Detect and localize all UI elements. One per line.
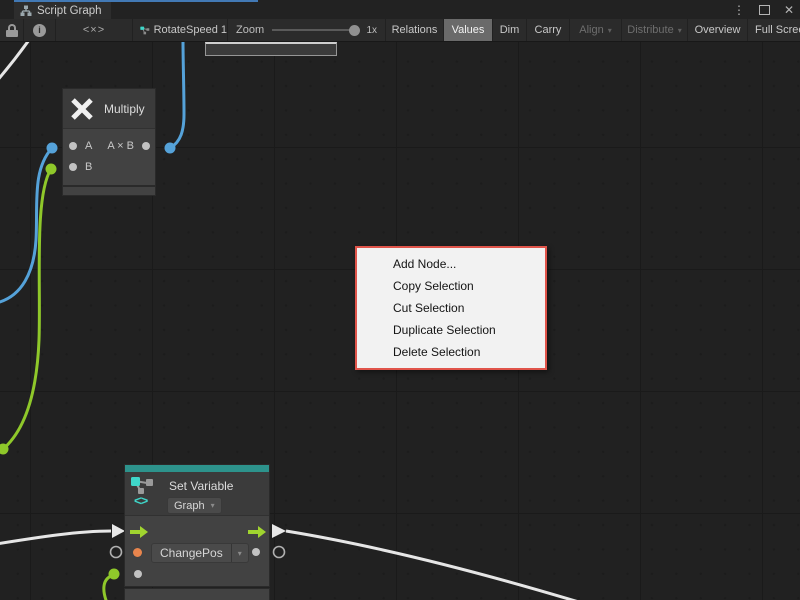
zoom-label: Zoom bbox=[236, 24, 264, 36]
align-label: Align bbox=[579, 24, 603, 36]
window-menu-icon[interactable]: ⋮ bbox=[733, 4, 745, 16]
chevron-down-icon: ▾ bbox=[211, 501, 215, 510]
port-b-label: B bbox=[85, 161, 92, 173]
wire-white-flow-out[interactable] bbox=[286, 531, 592, 600]
graph-reference-label: RotateSpeed 1 bbox=[154, 24, 227, 36]
variable-value-port-icon[interactable] bbox=[133, 548, 142, 557]
wire-green-input[interactable] bbox=[2, 169, 51, 450]
chevron-down-icon: ▾ bbox=[678, 26, 682, 35]
zoom-slider[interactable] bbox=[272, 29, 358, 31]
edit-code-button[interactable]: <×> bbox=[56, 19, 133, 41]
window-controls: ⋮ ✕ bbox=[733, 0, 794, 19]
port-result-icon[interactable] bbox=[142, 142, 150, 150]
multiply-row-b: B bbox=[63, 156, 155, 177]
menu-item-delete-selection[interactable]: Delete Selection bbox=[357, 341, 545, 363]
wire-white-flow-in[interactable] bbox=[0, 531, 111, 544]
distribute-button[interactable]: Distribute ▾ bbox=[622, 19, 688, 41]
variable-name-dropdown[interactable]: ChangePos ▾ bbox=[151, 543, 249, 563]
variable-name-value: ChangePos bbox=[152, 544, 231, 562]
wire-endpoint-blue-a[interactable] bbox=[47, 143, 58, 154]
unity-script-graph-window: Multiply A A × B B bbox=[0, 0, 800, 600]
info-button[interactable]: i bbox=[24, 19, 56, 41]
flow-out-arrowhead bbox=[272, 524, 286, 538]
set-variable-title: Set Variable bbox=[169, 479, 233, 493]
port-result-label: A × B bbox=[107, 140, 134, 152]
menu-item-cut-selection[interactable]: Cut Selection bbox=[357, 297, 545, 319]
graph-canvas[interactable]: Multiply A A × B B bbox=[0, 42, 800, 600]
output-value-port-icon[interactable] bbox=[252, 548, 260, 556]
lock-icon bbox=[6, 24, 18, 37]
wire-white-top-left[interactable] bbox=[0, 42, 29, 82]
fallback-port-icon[interactable] bbox=[134, 570, 142, 578]
zoom-slider-knob[interactable] bbox=[349, 25, 360, 36]
multiply-header[interactable]: Multiply bbox=[63, 89, 155, 129]
variable-graph-icon bbox=[130, 476, 158, 494]
port-a-label: A bbox=[85, 140, 92, 152]
dim-button[interactable]: Dim bbox=[493, 19, 527, 41]
values-button[interactable]: Values bbox=[444, 19, 493, 41]
set-variable-ports: ChangePos ▾ bbox=[125, 516, 269, 586]
node-multiply[interactable]: Multiply A A × B B bbox=[62, 88, 156, 186]
flow-output-icon[interactable] bbox=[248, 525, 267, 539]
chevron-down-icon: ▾ bbox=[608, 26, 612, 35]
script-graph-icon bbox=[20, 5, 32, 16]
wire-blue-input[interactable] bbox=[0, 148, 52, 303]
wire-endpoint-green-bottom[interactable] bbox=[109, 569, 120, 580]
relations-button[interactable]: Relations bbox=[386, 19, 444, 41]
variable-scope-dropdown[interactable]: Graph ▾ bbox=[167, 497, 222, 514]
align-button[interactable]: Align ▾ bbox=[570, 19, 622, 41]
chevron-down-icon[interactable]: ▾ bbox=[231, 544, 248, 562]
graph-reference-button[interactable]: RotateSpeed 1 bbox=[133, 19, 228, 41]
zoom-control: Zoom 1x bbox=[228, 19, 386, 41]
tab-title: Script Graph bbox=[37, 5, 102, 17]
menu-item-duplicate-selection[interactable]: Duplicate Selection bbox=[357, 319, 545, 341]
partial-panel bbox=[205, 42, 337, 56]
proxy-port-left-icon[interactable] bbox=[111, 547, 122, 558]
multiply-icon bbox=[69, 96, 95, 122]
overview-button[interactable]: Overview bbox=[688, 19, 748, 41]
multiply-title: Multiply bbox=[104, 102, 145, 116]
graph-reference-icon bbox=[140, 24, 150, 37]
flow-input-icon[interactable] bbox=[130, 525, 149, 539]
port-b-icon[interactable] bbox=[69, 163, 77, 171]
wire-endpoint-blue-result[interactable] bbox=[165, 143, 176, 154]
menu-item-add-node[interactable]: Add Node... bbox=[357, 253, 545, 275]
carry-button[interactable]: Carry bbox=[527, 19, 570, 41]
wire-endpoint-green-b[interactable] bbox=[46, 164, 57, 175]
multiply-row-a: A A × B bbox=[63, 135, 155, 156]
lock-button[interactable] bbox=[0, 19, 24, 41]
window-titlebar: Script Graph ⋮ ✕ bbox=[0, 0, 800, 19]
proxy-port-right-icon[interactable] bbox=[274, 547, 285, 558]
set-variable-accent-bar bbox=[125, 465, 269, 472]
menu-item-copy-selection[interactable]: Copy Selection bbox=[357, 275, 545, 297]
info-icon: i bbox=[33, 24, 46, 37]
distribute-label: Distribute bbox=[627, 24, 673, 36]
window-close-icon[interactable]: ✕ bbox=[784, 4, 794, 16]
tab-script-graph[interactable]: Script Graph bbox=[14, 2, 111, 19]
variable-scope-value: Graph bbox=[174, 500, 205, 512]
multiply-node-footer bbox=[62, 186, 156, 196]
set-variable-header[interactable]: <> Set Variable Graph ▾ bbox=[125, 472, 269, 516]
multiply-ports: A A × B B bbox=[63, 129, 155, 185]
node-set-variable[interactable]: <> Set Variable Graph ▾ ChangePo bbox=[124, 464, 270, 587]
zoom-value: 1x bbox=[366, 25, 377, 36]
port-a-icon[interactable] bbox=[69, 142, 77, 150]
set-variable-node-footer bbox=[124, 588, 270, 600]
code-icon: <×> bbox=[83, 24, 105, 36]
context-menu: Add Node... Copy Selection Cut Selection… bbox=[355, 246, 547, 370]
window-maximize-icon[interactable] bbox=[759, 5, 770, 15]
graph-toolbar: i <×> RotateSpeed 1 Zoom 1x Relations Va… bbox=[0, 19, 800, 42]
wire-blue-output[interactable] bbox=[170, 42, 184, 148]
code-brackets-icon: <> bbox=[134, 493, 147, 508]
full-screen-button[interactable]: Full Screen bbox=[748, 19, 800, 41]
